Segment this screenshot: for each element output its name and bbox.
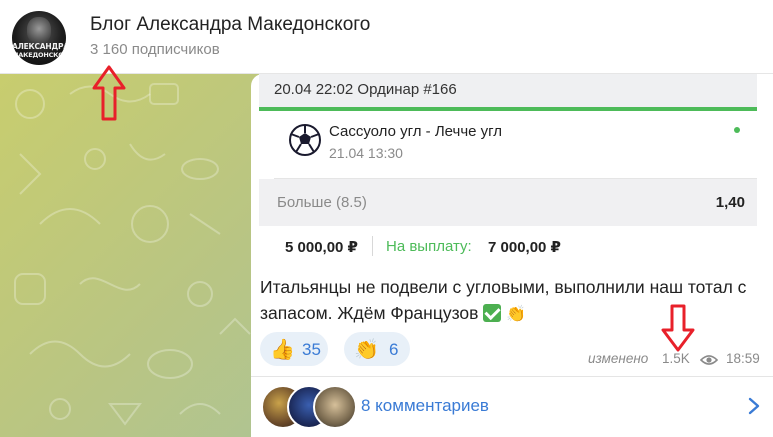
divider: [251, 376, 773, 377]
soccer-ball-icon: [289, 124, 321, 156]
payout-value: 7 000,00 ₽: [488, 239, 561, 256]
divider: [372, 236, 373, 256]
match-name: Сассуоло угл - Лечче угл: [329, 123, 503, 140]
reaction-clap[interactable]: 👏 6: [344, 332, 410, 366]
status-dot: [734, 127, 740, 133]
avatar-text-line2: МАКЕДОНСКОГО: [12, 51, 66, 59]
red-arrow-up-icon: [92, 65, 126, 121]
bet-header-text: 20.04 22:02 Ординар #166: [274, 81, 457, 98]
message-bubble[interactable]: 20.04 22:02 Ординар #166 Сассуоло угл - …: [251, 74, 773, 437]
clapping-hands-icon: 👏: [506, 306, 527, 323]
commenter-avatars[interactable]: [261, 385, 357, 429]
bet-card[interactable]: 20.04 22:02 Ординар #166 Сассуоло угл - …: [259, 74, 773, 266]
stake-amount: 5 000,00 ₽: [285, 239, 358, 256]
market-row: Больше (8.5) 1,40: [259, 179, 757, 226]
avatar-portrait: [27, 17, 51, 43]
comments-link[interactable]: 8 комментариев: [361, 396, 489, 416]
reaction-count: 6: [389, 340, 399, 359]
edited-label: изменено: [588, 351, 649, 366]
view-count: 1.5K: [662, 351, 690, 366]
reaction-thumbs-up[interactable]: 👍 35: [260, 332, 328, 366]
reaction-count: 35: [302, 340, 321, 359]
payout-label: На выплату:: [386, 238, 472, 255]
wallpaper-doodles: [14, 83, 251, 426]
chevron-right-icon[interactable]: [747, 397, 761, 415]
odds-value: 1,40: [715, 194, 745, 211]
red-arrow-down-icon: [661, 304, 695, 352]
avatar: [313, 385, 357, 429]
match-date: 21.04 13:30: [329, 145, 403, 161]
channel-title[interactable]: Блог Александра Македонского: [90, 14, 370, 36]
eye-icon: [700, 355, 718, 365]
avatar-text-line1: АЛЕКСАНДРА: [12, 42, 66, 51]
message-time: 18:59: [726, 351, 760, 366]
bet-card-header: 20.04 22:02 Ординар #166: [259, 74, 757, 111]
channel-avatar[interactable]: АЛЕКСАНДРА МАКЕДОНСКОГО: [12, 11, 66, 65]
market-label: Больше (8.5): [277, 194, 367, 211]
check-mark-icon: [483, 304, 502, 322]
clapping-hands-icon: 👏: [354, 339, 379, 361]
subscriber-count: 3 160 подписчиков: [90, 41, 220, 58]
channel-header[interactable]: АЛЕКСАНДРА МАКЕДОНСКОГО Блог Александра …: [0, 0, 773, 74]
thumbs-up-icon: 👍: [270, 339, 295, 361]
